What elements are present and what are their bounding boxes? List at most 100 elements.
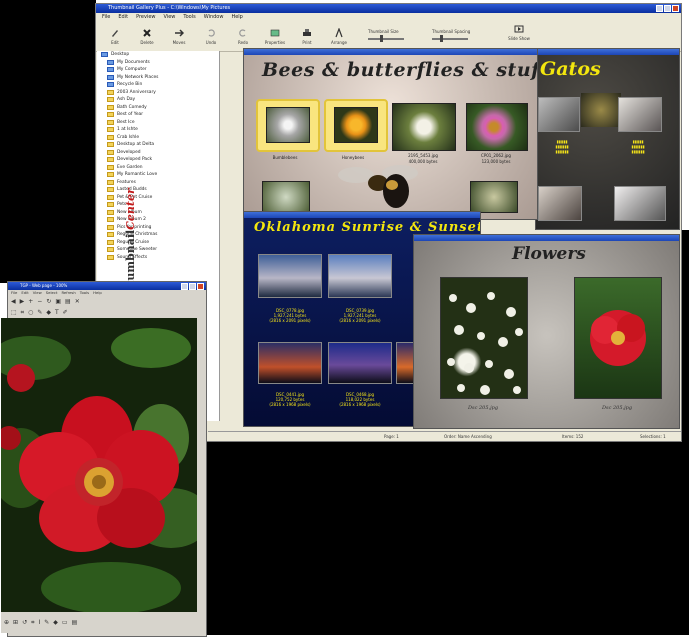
cat-photo-thumbnail[interactable] xyxy=(618,97,662,132)
toolbar-redo-button[interactable]: Redo xyxy=(228,28,258,45)
frame-icon[interactable]: ▭ xyxy=(62,619,68,626)
tree-node[interactable]: Pet & Pet Cruise xyxy=(97,194,219,202)
menu-preview[interactable]: Preview xyxy=(136,13,155,21)
red-rose-photo[interactable] xyxy=(574,277,662,399)
tree-node[interactable]: Pics for printing xyxy=(97,224,219,232)
slider-knob[interactable] xyxy=(440,35,443,42)
cat-photo-thumbnail[interactable] xyxy=(538,97,580,132)
eyedropper-icon[interactable]: ✐ xyxy=(63,309,68,316)
flower-photo-thumbnail[interactable] xyxy=(262,181,310,213)
white-daisies-photo[interactable] xyxy=(440,277,528,399)
toolbar-delete-button[interactable]: Delete xyxy=(132,28,162,45)
menu-view[interactable]: View xyxy=(164,13,176,21)
flower-photo-thumbnail[interactable] xyxy=(470,181,518,213)
toolbar-slideshow-button[interactable]: Slide Show xyxy=(504,24,534,41)
sunrise-photo[interactable] xyxy=(258,254,322,298)
viewer-image[interactable] xyxy=(1,318,197,612)
thumbnail-spacing-slider[interactable]: Thumbnail Spacing xyxy=(432,29,470,42)
tree-node[interactable]: Best Ice xyxy=(97,119,219,127)
fill-icon[interactable]: ◆ xyxy=(53,619,58,626)
pen-icon[interactable]: ✎ xyxy=(44,619,49,626)
toolbar-print-button[interactable]: Print xyxy=(292,28,322,45)
gatos-window[interactable]: Gatos ▮▮▮▮▮ ▮▮▮▮▮▮ ▮▮▮▮▮▮ ▮▮▮▮▮ ▮▮▮▮▮▮ ▮▮▮▮▮… xyxy=(535,48,680,230)
brush-icon[interactable]: ✎ xyxy=(37,309,42,316)
select-icon[interactable]: ⬚ xyxy=(11,309,17,316)
tree-node[interactable]: Developed xyxy=(97,149,219,157)
toolbar-moves-button[interactable]: Moves xyxy=(164,28,194,45)
minimize-button[interactable] xyxy=(181,283,188,290)
crop-icon[interactable]: ⌗ xyxy=(31,619,34,627)
print-icon[interactable]: ▤ xyxy=(65,298,71,305)
toolbar-arrange-button[interactable]: Arrange xyxy=(324,27,354,45)
rotate-icon[interactable]: ↻ xyxy=(46,298,51,305)
tree-node[interactable]: My Romantic Love xyxy=(97,171,219,179)
tree-node[interactable]: Ash Day xyxy=(97,96,219,104)
tree-node[interactable]: Regular Christmas xyxy=(97,231,219,239)
tree-node[interactable]: Regular Cruise xyxy=(97,239,219,247)
tree-node[interactable]: Features xyxy=(97,179,219,187)
toolbar-edit-button[interactable]: Edit xyxy=(100,28,130,45)
next-icon[interactable]: ▶ xyxy=(20,298,25,305)
main-title-bar[interactable]: Thumbnail Gallery Plus - C:\Windows\My P… xyxy=(96,4,681,13)
close-button[interactable] xyxy=(672,5,679,12)
thumbnail-size-slider[interactable]: Thumbnail Size xyxy=(368,29,404,42)
tree-node[interactable]: Recycle Bin xyxy=(97,81,219,89)
tree-node[interactable]: 2003 Anniversary xyxy=(97,89,219,97)
tree-node[interactable]: Pets xyxy=(97,201,219,209)
fill-icon[interactable]: ◆ xyxy=(46,309,51,316)
text-icon[interactable]: T xyxy=(55,309,59,316)
tree-node[interactable]: 1 at Ishte xyxy=(97,126,219,134)
viewer-title-bar[interactable]: TGP - Web page - 100% xyxy=(8,282,206,290)
tree-node[interactable]: Bath Comedy xyxy=(97,104,219,112)
minimize-button[interactable] xyxy=(656,5,663,12)
cat-photo-thumbnail[interactable] xyxy=(614,186,666,221)
cat-photo-thumbnail[interactable] xyxy=(538,186,582,221)
toolbar-undo-button[interactable]: Undo xyxy=(196,28,226,45)
lasso-icon[interactable]: ○ xyxy=(28,309,33,316)
slider-knob[interactable] xyxy=(380,35,383,42)
menu-refresh[interactable]: Refresh xyxy=(61,290,75,296)
zoom-in-icon[interactable]: + xyxy=(28,298,33,305)
save-icon[interactable]: ▣ xyxy=(55,298,61,305)
toolbar-properties-button[interactable]: Properties xyxy=(260,28,290,45)
menu-edit[interactable]: Edit xyxy=(21,290,28,296)
menu-file[interactable]: File xyxy=(11,290,17,296)
close-button[interactable] xyxy=(197,283,204,290)
menu-edit[interactable]: Edit xyxy=(118,13,128,21)
tree-node[interactable]: My Network Places xyxy=(97,74,219,82)
tree-node[interactable]: New album xyxy=(97,209,219,217)
sunrise-photo[interactable] xyxy=(328,254,392,298)
tree-node[interactable]: Lasted Budds xyxy=(97,186,219,194)
folder-thumbnail[interactable] xyxy=(324,99,388,152)
flowers-window[interactable]: Flowers Dsc 205.jpg Dsc 205.jpg xyxy=(413,234,680,429)
menu-view[interactable]: View xyxy=(33,290,42,296)
sunset-photo[interactable] xyxy=(328,342,392,384)
tree-node[interactable]: Desktop xyxy=(97,51,219,59)
maximize-button[interactable] xyxy=(189,283,196,290)
tree-node[interactable]: Someone Sweeter xyxy=(97,246,219,254)
menu-tools[interactable]: Tools xyxy=(183,13,195,21)
tree-node[interactable]: My Documents xyxy=(97,59,219,67)
tree-node[interactable]: Sound Effects xyxy=(97,254,219,262)
folder-thumbnail[interactable] xyxy=(256,99,320,152)
coneflower-photo[interactable] xyxy=(466,103,528,151)
prev-icon[interactable]: ◀ xyxy=(11,298,16,305)
tree-node[interactable]: New album 2 xyxy=(97,216,219,224)
menu-help[interactable]: Help xyxy=(231,13,242,21)
tree-node[interactable]: Eve Garden xyxy=(97,164,219,172)
text-icon[interactable]: I xyxy=(38,619,40,626)
fit-icon[interactable]: ⊞ xyxy=(13,619,18,626)
maximize-button[interactable] xyxy=(664,5,671,12)
delete-icon[interactable]: ✕ xyxy=(75,298,80,305)
menu-help[interactable]: Help xyxy=(93,290,102,296)
menu-file[interactable]: File xyxy=(102,13,110,21)
tree-node[interactable]: My Computer xyxy=(97,66,219,74)
tree-node[interactable]: Crab Ishle xyxy=(97,134,219,142)
print-icon[interactable]: ▤ xyxy=(72,619,78,626)
zoom-icon[interactable]: ⊕ xyxy=(4,619,9,626)
menu-select[interactable]: Select xyxy=(46,290,58,296)
zoom-out-icon[interactable]: − xyxy=(37,298,42,305)
menu-window[interactable]: Window xyxy=(204,13,224,21)
menu-tools[interactable]: Tools xyxy=(80,290,89,296)
bee-on-flower-photo[interactable] xyxy=(392,103,456,151)
